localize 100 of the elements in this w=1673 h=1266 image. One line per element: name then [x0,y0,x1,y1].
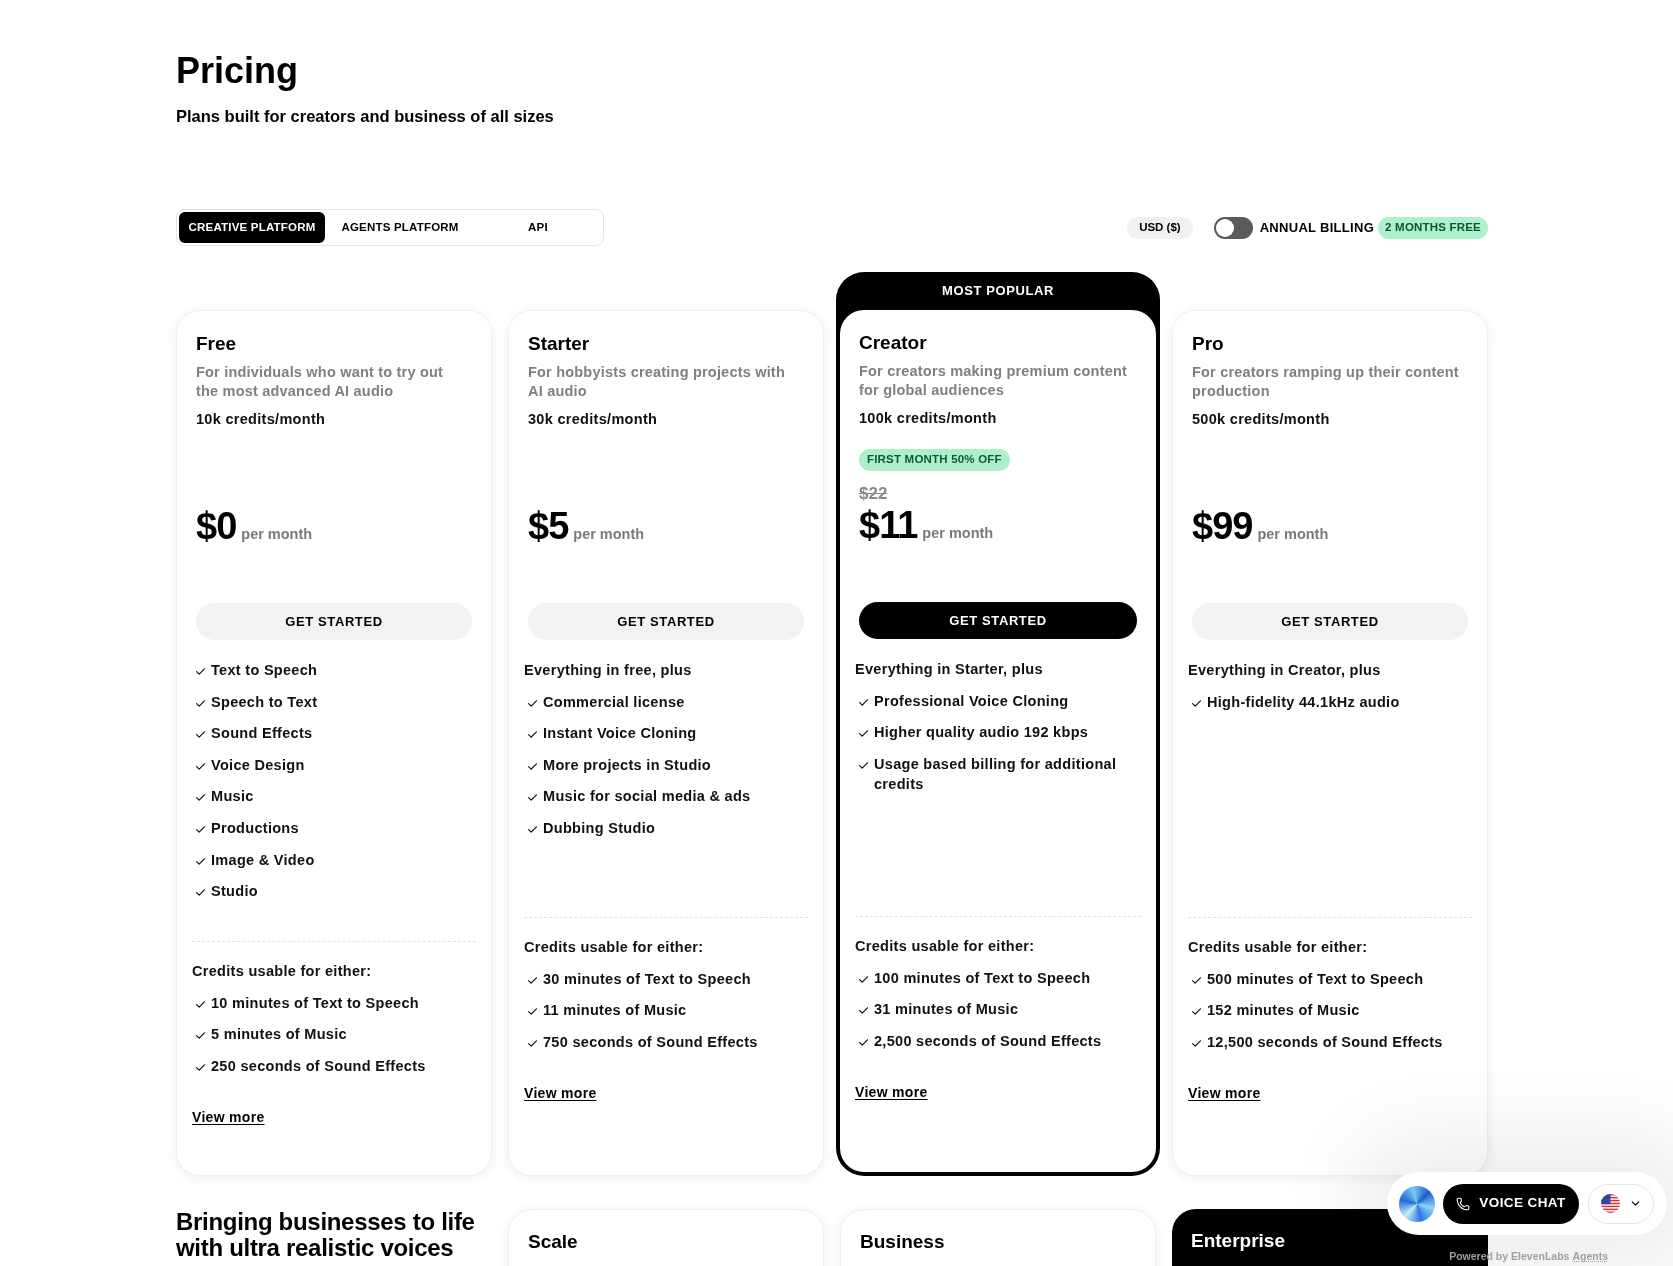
plan-name: Enterprise [1191,1228,1286,1253]
plan-description: For hobbyists creating projects with AI audio [528,363,786,401]
get-started-button[interactable]: GET STARTED [859,602,1137,639]
credit-use-text: 100 minutes of Text to Speech [874,968,1091,988]
us-flag-icon [1600,1194,1620,1213]
view-more-link[interactable]: View more [855,1081,928,1102]
check-icon [528,762,537,770]
credit-use-text: 10 minutes of Text to Speech [211,993,419,1013]
plan-price: $99 [1192,506,1253,546]
plan-name: Starter [528,332,591,356]
ribbon-label: MOST POPULAR [942,282,1054,301]
check-icon [1192,976,1201,984]
billing-label: ANNUAL BILLING [1259,218,1375,237]
check-icon [859,698,868,706]
features-intro: Everything in free, plus [524,661,693,680]
check-icon [196,794,205,802]
check-icon [196,1063,205,1071]
plan-credits: 100k credits/month [859,409,998,428]
credit-use-text: 11 minutes of Music [543,1001,687,1021]
credit-use-text: 31 minutes of Music [874,1000,1019,1020]
voice-chat-button[interactable]: VOICE CHAT [1443,1183,1579,1224]
feature-text: Music for social media & ads [543,787,751,807]
check-icon [528,976,537,984]
price-period: per month [573,525,645,544]
view-more-link[interactable]: View more [524,1082,597,1103]
check-icon [196,699,205,707]
feature-text: Professional Voice Cloning [874,691,1069,711]
plan-name: Free [196,332,238,356]
check-icon [528,794,537,802]
feature-text: Text to Speech [211,661,318,680]
credit-use-text: 30 minutes of Text to Speech [543,969,751,989]
plan-name: Pro [1192,332,1225,356]
promo-badge: FIRST MONTH 50% OFF [859,449,1010,471]
feature-text: More projects in Studio [543,755,712,775]
credits-heading: Credits usable for either: [524,938,705,957]
check-icon [859,1007,868,1015]
plan-name: Scale [528,1229,579,1254]
check-icon [196,825,205,833]
check-icon [528,731,537,739]
feature-text: Commercial license [543,692,685,712]
check-icon [859,730,868,738]
check-icon [859,1038,868,1046]
plan-credits: 10k credits/month [196,410,327,429]
check-icon [196,889,205,897]
view-more-link[interactable]: View more [1188,1082,1261,1103]
feature-text: Dubbing Studio [543,818,656,838]
plan-price: $5 [528,506,569,546]
credits-heading: Credits usable for either: [192,962,373,982]
plan-credits: 30k credits/month [528,410,659,429]
section-heading: Bringing businesses to life with ultra realistic voices [176,1208,476,1263]
platform-tab[interactable]: CREATIVE PLATFORM [179,212,325,243]
check-icon [196,1032,205,1040]
features-intro: Everything in Creator, plus [1188,661,1382,680]
check-icon [196,731,205,739]
check-icon [528,825,537,833]
feature-text: Usage based billing for additional credits [874,754,1118,794]
credit-use-text: 500 minutes of Text to Speech [1207,969,1424,989]
platform-tab[interactable]: AGENTS PLATFORM [325,212,475,243]
page-title: Pricing [176,49,300,93]
feature-text: Higher quality audio 192 kbps [874,723,1089,743]
feature-text: Sound Effects [211,724,313,744]
credit-use-text: 152 minutes of Music [1207,1001,1360,1021]
plan-price: $11 [859,505,918,545]
plan-description: For creators making premium content for global audiences [859,362,1129,400]
check-icon [196,857,205,865]
currency-select[interactable]: USD ($) [1127,216,1193,239]
plan-name: Creator [859,331,928,355]
gradient-orb-icon [1399,1185,1435,1222]
plan-description: For individuals who want to try out the most advanced AI audio [196,363,445,401]
check-icon [196,1000,205,1008]
credit-use-text: 12,500 seconds of Sound Effects [1207,1032,1443,1052]
feature-text: Studio [211,882,258,902]
view-more-link[interactable]: View more [192,1106,265,1127]
check-icon [528,1008,537,1016]
check-icon [528,1039,537,1047]
features-intro: Everything in Starter, plus [855,660,1044,679]
get-started-button[interactable]: GET STARTED [528,603,804,640]
plan-description: For creators ramping up their content production [1192,363,1460,401]
check-icon [196,762,205,770]
credit-use-text: 750 seconds of Sound Effects [543,1032,758,1052]
platform-tab[interactable]: API [475,212,601,243]
check-icon [859,761,868,769]
feature-text: Music [211,787,254,807]
check-icon [528,699,537,707]
discount-badge: 2 MONTHS FREE [1378,216,1488,239]
credit-use-text: 2,500 seconds of Sound Effects [874,1031,1102,1051]
credit-use-text: 250 seconds of Sound Effects [211,1056,426,1076]
billing-toggle[interactable] [1213,216,1253,239]
phone-icon [1456,1196,1471,1211]
feature-text: Instant Voice Cloning [543,724,697,744]
page-subtitle: Plans built for creators and business of all sizes [176,106,555,127]
get-started-button[interactable]: GET STARTED [1192,603,1468,640]
price-period: per month [1257,525,1329,544]
language-select[interactable] [1588,1183,1654,1224]
plan-price: $0 [196,506,237,546]
feature-text: Image & Video [211,850,315,870]
check-icon [1192,1008,1201,1016]
get-started-button[interactable]: GET STARTED [196,603,472,640]
feature-text: High-fidelity 44.1kHz audio [1207,692,1400,712]
price-period: per month [241,525,313,544]
